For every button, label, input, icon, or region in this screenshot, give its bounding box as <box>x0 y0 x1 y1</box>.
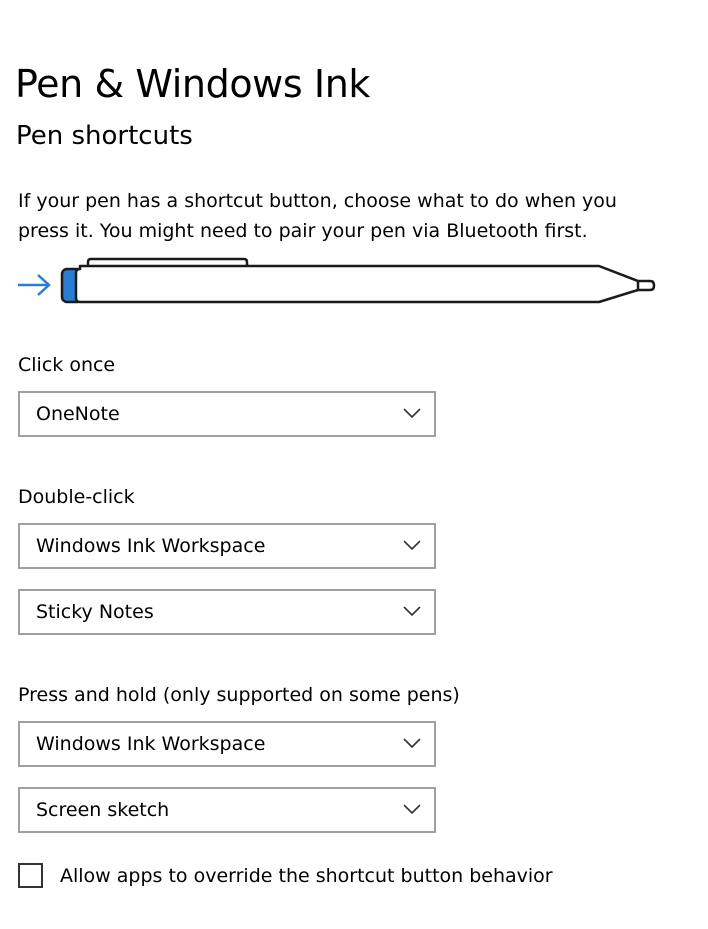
press-and-hold-label: Press and hold (only supported on some p… <box>18 684 460 706</box>
double-click-primary-dropdown[interactable]: Windows Ink Workspace <box>18 523 436 569</box>
click-once-dropdown[interactable]: OneNote <box>18 391 436 437</box>
override-checkbox-label: Allow apps to override the shortcut butt… <box>60 865 553 887</box>
double-click-secondary-dropdown[interactable]: Sticky Notes <box>18 589 436 635</box>
press-and-hold-secondary-value: Screen sketch <box>36 799 170 821</box>
arrow-right-icon <box>18 274 51 296</box>
pen-icon <box>60 257 656 304</box>
pen-illustration <box>18 257 656 304</box>
chevron-down-icon <box>403 540 421 551</box>
description: If your pen has a shortcut button, choos… <box>18 186 678 246</box>
chevron-down-icon <box>403 804 421 815</box>
click-once-label: Click once <box>18 354 116 376</box>
description-line-1: If your pen has a shortcut button, choos… <box>18 190 617 212</box>
press-and-hold-primary-dropdown[interactable]: Windows Ink Workspace <box>18 721 436 767</box>
section-title: Pen shortcuts <box>16 121 193 151</box>
description-line-2: press it. You might need to pair your pe… <box>18 220 588 242</box>
click-once-selected-value: OneNote <box>36 403 120 425</box>
checkbox-unchecked-icon[interactable] <box>18 863 43 888</box>
chevron-down-icon <box>403 606 421 617</box>
double-click-secondary-value: Sticky Notes <box>36 601 154 623</box>
override-checkbox-row[interactable]: Allow apps to override the shortcut butt… <box>18 860 618 894</box>
press-and-hold-primary-value: Windows Ink Workspace <box>36 733 266 755</box>
pen-body <box>74 264 656 304</box>
page-title: Pen & Windows Ink <box>15 62 371 106</box>
chevron-down-icon <box>403 408 421 419</box>
double-click-label: Double-click <box>18 486 135 508</box>
press-and-hold-secondary-dropdown[interactable]: Screen sketch <box>18 787 436 833</box>
double-click-primary-value: Windows Ink Workspace <box>36 535 266 557</box>
chevron-down-icon <box>403 738 421 749</box>
